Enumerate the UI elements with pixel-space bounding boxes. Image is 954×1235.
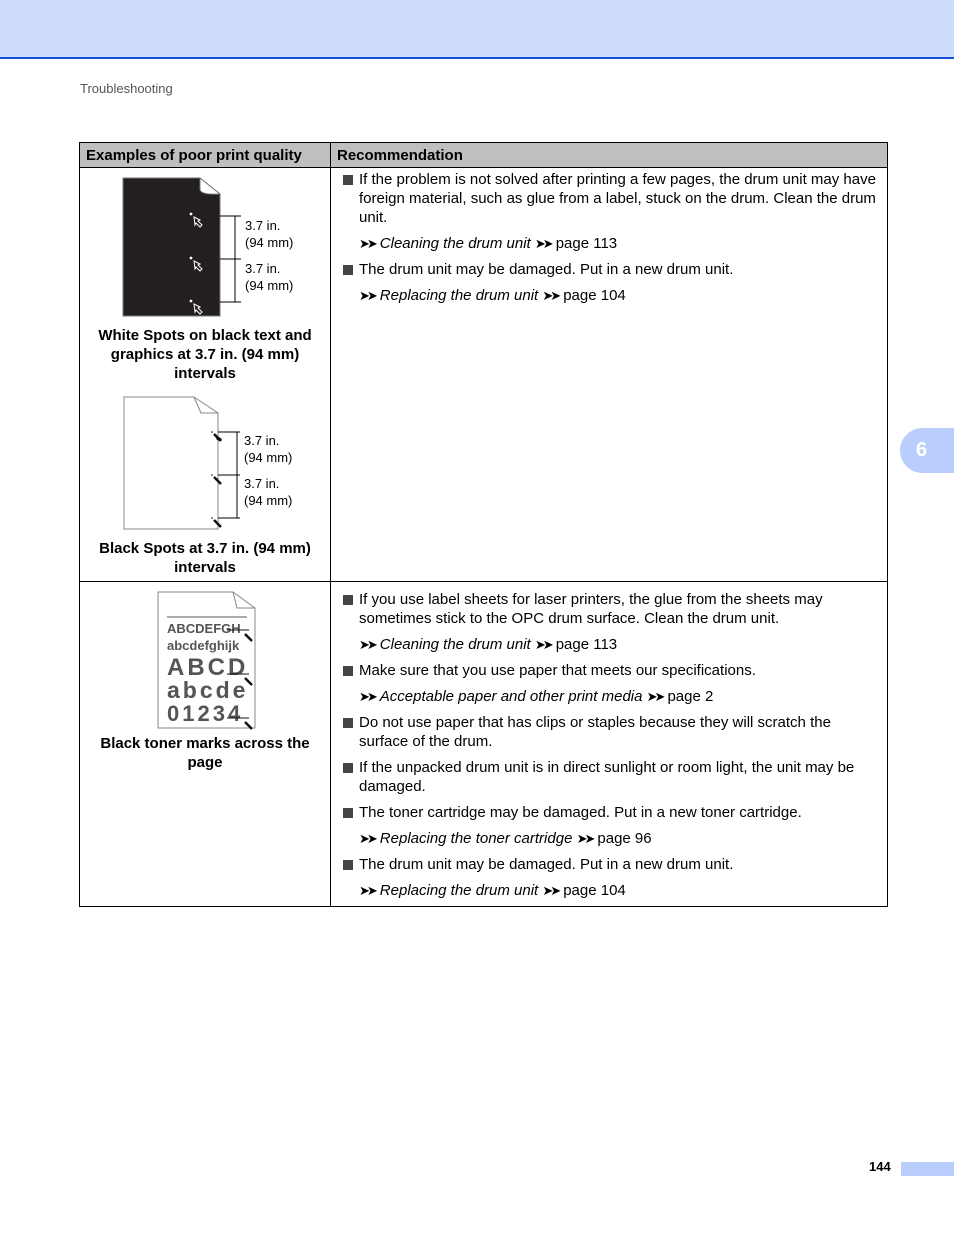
double-arrow-icon: ➤➤ bbox=[576, 831, 596, 846]
page-number: 144 bbox=[869, 1159, 891, 1174]
recommendation-item: The drum unit may be damaged. Put in a n… bbox=[343, 260, 879, 279]
table-header-row: Examples of poor print quality Recommend… bbox=[79, 142, 888, 168]
double-arrow-icon: ➤➤ bbox=[542, 883, 561, 898]
examples-cell: 3.7 in. (94 mm) 3.7 in. (94 mm) White Sp… bbox=[79, 167, 331, 582]
page-corner-fold bbox=[199, 176, 222, 195]
cross-reference-link[interactable]: ➤➤ Cleaning the drum unit ➤➤ page 113 bbox=[343, 635, 879, 654]
bullet-square-icon bbox=[343, 808, 353, 818]
white-spots-illustration: 3.7 in. (94 mm) 3.7 in. (94 mm) bbox=[122, 176, 293, 317]
white-page-shape bbox=[123, 396, 219, 530]
toner-marks-illustration: ABCDEFGH abcdefghijk ABCD abcde 01234 bbox=[157, 591, 256, 730]
bullet-square-icon bbox=[343, 666, 353, 676]
cross-reference-link[interactable]: ➤➤ Acceptable paper and other print media… bbox=[343, 687, 879, 706]
dimension-label: 3.7 in. bbox=[244, 476, 279, 491]
double-arrow-icon: ➤➤ bbox=[359, 883, 378, 898]
sample-text: ABCDEFGH bbox=[167, 621, 241, 636]
table-row: 3.7 in. (94 mm) 3.7 in. (94 mm) White Sp… bbox=[79, 167, 888, 582]
double-arrow-icon: ➤➤ bbox=[359, 637, 378, 652]
recommendation-cell: If you use label sheets for laser printe… bbox=[330, 581, 888, 907]
bullet-square-icon bbox=[343, 595, 353, 605]
cross-reference-link[interactable]: ➤➤ Replacing the drum unit ➤➤ page 104 bbox=[343, 881, 879, 900]
examples-cell: ABCDEFGH abcdefghijk ABCD abcde 01234 Bl… bbox=[79, 581, 331, 907]
bullet-square-icon bbox=[343, 265, 353, 275]
double-arrow-icon: ➤➤ bbox=[359, 236, 378, 251]
cross-reference-link[interactable]: ➤➤ Cleaning the drum unit ➤➤ page 113 bbox=[343, 234, 879, 253]
recommendation-item: Make sure that you use paper that meets … bbox=[343, 661, 879, 680]
page-number-bar bbox=[901, 1162, 954, 1176]
dimension-label: (94 mm) bbox=[245, 278, 293, 293]
header-band bbox=[0, 0, 954, 59]
bullet-square-icon bbox=[343, 718, 353, 728]
dimension-label: (94 mm) bbox=[245, 235, 293, 250]
column-header-examples: Examples of poor print quality bbox=[79, 142, 331, 168]
dimension-lines bbox=[220, 215, 241, 303]
black-spots-illustration: 3.7 in. (94 mm) 3.7 in. (94 mm) bbox=[123, 396, 292, 530]
sample-text: abcdefghijk bbox=[167, 638, 240, 653]
table-row: ABCDEFGH abcdefghijk ABCD abcde 01234 Bl… bbox=[79, 581, 888, 907]
double-arrow-icon: ➤➤ bbox=[534, 637, 554, 652]
sample-text: 01234 bbox=[167, 701, 243, 726]
dimension-label: 3.7 in. bbox=[245, 261, 280, 276]
double-arrow-icon: ➤➤ bbox=[359, 288, 378, 303]
bullet-square-icon bbox=[343, 860, 353, 870]
print-quality-table: Examples of poor print quality Recommend… bbox=[79, 142, 888, 907]
recommendation-item: Do not use paper that has clips or stapl… bbox=[343, 713, 879, 751]
example-caption: White Spots on black text and graphics a… bbox=[98, 327, 312, 382]
recommendation-item: The toner cartridge may be damaged. Put … bbox=[343, 803, 879, 822]
dimension-label: 3.7 in. bbox=[245, 218, 280, 233]
bullet-square-icon bbox=[343, 175, 353, 185]
double-arrow-icon: ➤➤ bbox=[359, 831, 378, 846]
double-arrow-icon: ➤➤ bbox=[359, 689, 378, 704]
recommendation-item: The drum unit may be damaged. Put in a n… bbox=[343, 855, 879, 874]
dimension-label: (94 mm) bbox=[244, 493, 292, 508]
example-caption: Black toner marks across the page bbox=[100, 735, 310, 771]
dimension-label: (94 mm) bbox=[244, 450, 292, 465]
recommendation-cell: If the problem is not solved after print… bbox=[330, 167, 888, 582]
cross-reference-link[interactable]: ➤➤ Replacing the toner cartridge ➤➤ page 9… bbox=[343, 829, 879, 848]
column-header-recommendation: Recommendation bbox=[330, 142, 888, 168]
example-caption: Black Spots at 3.7 in. (94 mm) intervals bbox=[99, 540, 311, 576]
dimension-lines bbox=[218, 431, 240, 519]
bullet-square-icon bbox=[343, 763, 353, 773]
double-arrow-icon: ➤➤ bbox=[534, 236, 554, 251]
sample-text: abcde bbox=[167, 677, 248, 703]
cross-reference-link[interactable]: ➤➤ Replacing the drum unit ➤➤ page 104 bbox=[343, 286, 879, 305]
recommendation-item: If you use label sheets for laser printe… bbox=[343, 590, 879, 628]
recommendation-item: If the problem is not solved after print… bbox=[343, 170, 879, 227]
double-arrow-icon: ➤➤ bbox=[646, 689, 666, 704]
chapter-tab[interactable]: 6 bbox=[900, 428, 954, 473]
double-arrow-icon: ➤➤ bbox=[542, 288, 561, 303]
breadcrumb: Troubleshooting bbox=[80, 81, 173, 96]
dimension-label: 3.7 in. bbox=[244, 433, 279, 448]
black-page-shape bbox=[122, 177, 221, 317]
recommendation-item: If the unpacked drum unit is in direct s… bbox=[343, 758, 879, 796]
